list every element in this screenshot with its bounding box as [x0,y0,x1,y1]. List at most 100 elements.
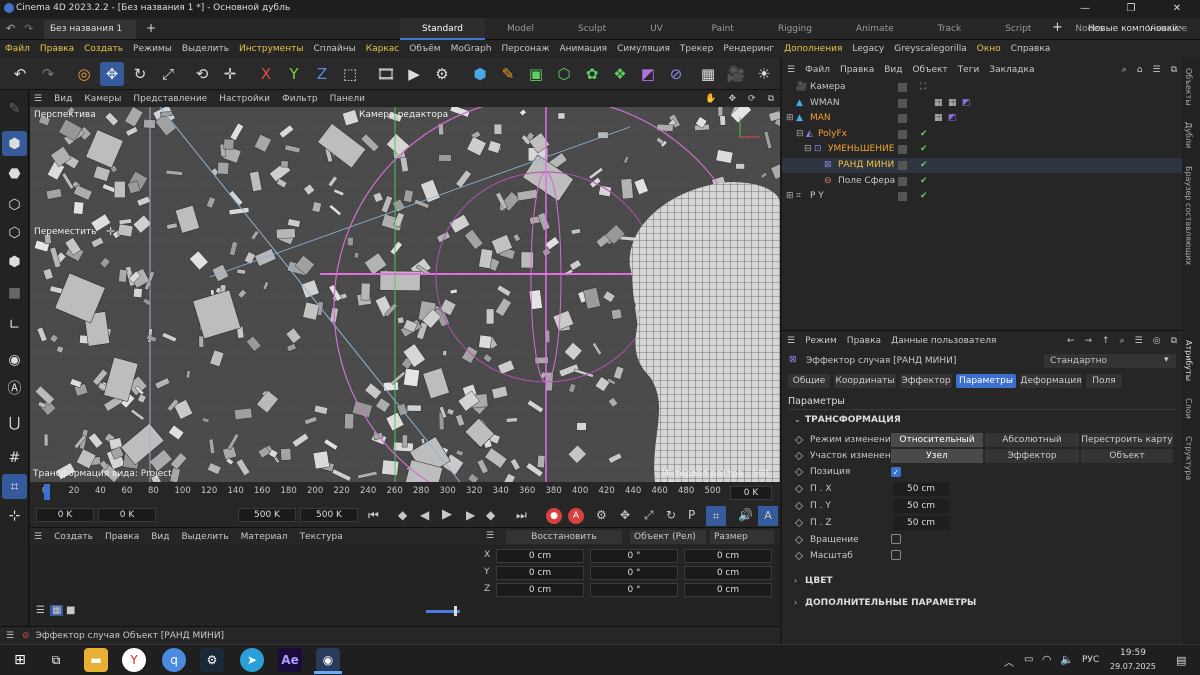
menu-splines[interactable]: Сплайны [308,44,360,54]
rotation-checkbox[interactable] [891,534,901,544]
undo-button[interactable]: ↶ [8,62,32,86]
floor-icon[interactable]: ▦ [696,62,720,86]
mat-menu-material[interactable]: Материал [235,532,294,542]
play-icon[interactable]: ▶ [442,507,452,522]
rotate-tool-icon[interactable]: ↻ [128,62,152,86]
maximize-button[interactable]: ❐ [1108,0,1154,18]
menu-render[interactable]: Рендеринг [718,44,779,54]
tab-effector[interactable]: Эффектор [900,374,952,388]
obj-menu-file[interactable]: Файл [800,65,835,75]
task-view-icon[interactable]: ⧉ [44,648,68,672]
visibility-toggle[interactable] [898,114,907,123]
enabled-check-icon[interactable]: ✔ [920,174,928,189]
object-row-camera[interactable]: 🎥 Камера ⛶ [782,80,1182,95]
live-selection-icon[interactable]: ◎ [72,62,96,86]
mat-menu-create[interactable]: Создать [48,532,99,542]
render-picture-viewer-icon[interactable]: ▶ [402,62,426,86]
z-axis-lock-icon[interactable]: Z [310,62,334,86]
layout-tab-track[interactable]: Track [916,18,984,40]
menu-modes[interactable]: Режимы [128,44,177,54]
px-field[interactable]: 50 cm [893,482,949,496]
enabled-check-icon[interactable]: ✔ [920,142,928,157]
space-effector-button[interactable]: Эффектор [985,449,1079,463]
points-mode-icon[interactable]: ⬡ [2,192,27,217]
viewport-solo-icon[interactable]: Ⓐ [2,375,27,400]
solo-mode-icon[interactable]: ◉ [2,347,27,372]
new-layouts-dropdown[interactable]: Новые компоновки [1088,18,1178,40]
keyframe-selection-icon[interactable]: ⚙ [596,508,607,522]
recent-tool-icon[interactable]: ⟲ [190,62,214,86]
snap-icon[interactable]: ⋃ [2,410,27,435]
move-tool-icon[interactable]: ✥ [100,62,124,86]
chevron-up-icon[interactable]: ︿ [1004,654,1014,669]
menu-edit[interactable]: Правка [35,44,79,54]
light-icon[interactable]: ☀ [752,62,776,86]
obj-menu-bookmarks[interactable]: Закладка [984,65,1039,75]
tab-deformation[interactable]: Деформация [1020,374,1082,388]
visibility-toggle[interactable] [898,99,907,108]
scale-tool-icon[interactable]: ⤢ [156,62,180,86]
current-frame-field[interactable]: 0 K [730,486,772,500]
clock-time[interactable]: 19:59 [1120,648,1146,658]
zoom-view-icon[interactable]: ✥ [722,94,742,104]
subdivision-icon[interactable]: ▣ [524,62,548,86]
chevron-down-icon[interactable]: ⌄ [1178,22,1186,32]
target-tag-icon[interactable]: ⛶ [920,80,926,95]
coordinate-system-icon[interactable]: ⬚ [338,62,362,86]
visibility-toggle[interactable] [898,83,907,92]
selection-tag-icon[interactable]: ◩ [962,96,971,111]
point-level-animation-icon[interactable]: ⌗ [706,506,726,526]
undo-icon[interactable]: ↶ [6,22,15,35]
y-axis-lock-icon[interactable]: Y [282,62,306,86]
object-row-py[interactable]: ⊞ ⌗ P Y ✔ [782,189,1182,204]
mat-menu-select[interactable]: Выделить [175,532,234,542]
search-icon[interactable]: ⌕ [1115,336,1130,346]
side-tab-attributes[interactable]: Атрибуты [1184,340,1193,381]
redo-button[interactable]: ↷ [36,62,60,86]
menu-simulation[interactable]: Симуляция [612,44,675,54]
cloner-icon[interactable]: ✿ [580,62,604,86]
menu-greyscalegorilla[interactable]: Greyscalegorilla [889,44,971,54]
visibility-toggle[interactable] [898,192,907,201]
obj-menu-object[interactable]: Объект [907,65,952,75]
edges-mode-icon[interactable]: ⬡ [2,220,27,245]
preview-max-field[interactable]: 500 K [238,508,296,522]
min-time-field[interactable]: 0 K [36,508,94,522]
icon-size-slider-handle[interactable] [454,606,457,616]
hamburger-icon[interactable]: ☰ [6,631,14,641]
pen-icon[interactable]: ✎ [496,62,520,86]
axis-mode-icon[interactable]: ∟ [2,312,27,337]
uv-mode-icon[interactable]: ■ [2,280,27,305]
menu-mesh[interactable]: Каркас [361,44,405,54]
camera-icon[interactable]: 🎥 [724,62,748,86]
enabled-check-icon[interactable]: ✔ [920,127,928,142]
perspective-viewport[interactable]: Перспектива Камера-редактора Переместить… [30,107,780,482]
mat-menu-texture[interactable]: Текстура [294,532,349,542]
menu-tools[interactable]: Инструменты [234,44,308,54]
telegram-icon[interactable]: ➤ [240,648,264,672]
material-list[interactable]: ☰ ▦ ■ [30,545,480,626]
notifications-icon[interactable]: ▤ [1176,654,1186,667]
language-indicator[interactable]: РУС [1082,655,1099,665]
mat-menu-edit[interactable]: Правка [99,532,145,542]
after-effects-icon[interactable]: Ae [278,648,302,672]
mat-menu-view[interactable]: Вид [145,532,175,542]
filter-icon[interactable]: ☰ [1147,65,1165,75]
vp-menu-panels[interactable]: Панели [324,94,371,104]
minimize-button[interactable]: — [1062,0,1108,18]
clock-date[interactable]: 29.07.2025 [1110,662,1156,671]
mode-remap-button[interactable]: Перестроить карту [1081,433,1173,447]
transform-tool-icon[interactable]: ✛ [218,62,242,86]
x-axis-lock-icon[interactable]: X [254,62,278,86]
object-row-rand-mini[interactable]: ⊠ РАНД МИНИ ✔ [782,158,1182,173]
restore-coordinates-button[interactable]: Восстановить координаты [506,530,622,556]
menu-character[interactable]: Персонаж [496,44,554,54]
expand-icon[interactable]: ⊞ [786,111,794,126]
position-y-field[interactable]: 0 cm [496,566,584,580]
vp-menu-filter[interactable]: Фильтр [276,94,324,104]
coordinate-mode-dropdown[interactable]: Объект (Рел) [630,530,706,544]
group-expand-icon[interactable]: ⌄ [794,415,801,424]
tab-fields[interactable]: Поля [1086,374,1122,388]
visibility-toggle[interactable] [898,161,907,170]
playhead[interactable] [44,484,50,500]
